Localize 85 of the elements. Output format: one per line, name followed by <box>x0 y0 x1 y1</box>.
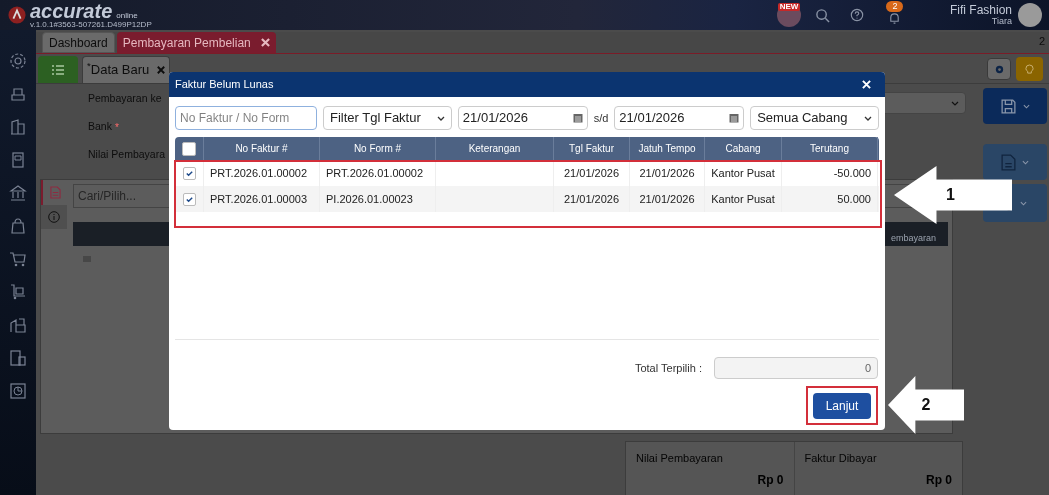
tab[interactable]: Pembayaran Pembelian <box>116 32 276 53</box>
highlight-frame <box>806 386 878 425</box>
summary-label: Faktur Dibayar <box>804 451 878 466</box>
logo-icon <box>8 6 26 24</box>
register-icon[interactable] <box>9 85 27 103</box>
field-label: Bank <box>88 119 112 135</box>
building-icon[interactable] <box>9 118 27 136</box>
gear-icon[interactable] <box>9 52 27 70</box>
column-header: Keterangan <box>436 137 554 160</box>
trolley-icon[interactable] <box>9 283 27 301</box>
bag-icon[interactable] <box>9 217 27 235</box>
info-icon <box>48 211 60 223</box>
table-cell: Kantor Pusat <box>705 186 782 212</box>
table-cell: 21/01/2026 <box>630 186 705 212</box>
column-header: No Faktur # <box>204 137 320 160</box>
chart-icon[interactable] <box>9 382 27 400</box>
summary-value: Rp 0 <box>926 471 952 489</box>
search-icon[interactable] <box>814 7 830 23</box>
new-label: NEW <box>777 3 801 11</box>
avatar-icon[interactable] <box>1018 3 1042 27</box>
lightbulb-icon <box>1025 63 1034 75</box>
range-label: s/d <box>593 110 609 126</box>
chevron-down-icon <box>951 100 959 106</box>
logo-subtitle: online <box>116 11 138 20</box>
search-field[interactable]: No Faktur / No Form <box>175 106 317 130</box>
document-icon <box>49 186 61 199</box>
help-icon[interactable] <box>849 8 864 22</box>
calendar-icon <box>729 113 740 123</box>
checkmark-icon <box>184 194 194 204</box>
settings-button[interactable] <box>987 58 1011 80</box>
save-button[interactable] <box>983 88 1047 124</box>
document-icon <box>1001 153 1016 171</box>
total-field: 0 <box>714 357 878 379</box>
date-field[interactable]: 21/01/2026 <box>457 106 588 130</box>
table-cell: PI.2026.01.00023 <box>320 186 436 212</box>
column-header: No Form # <box>320 137 436 160</box>
callout-number: 2 <box>921 395 931 415</box>
summary-label: Nilai Pembayaran <box>636 451 724 466</box>
chevron-down-icon <box>436 115 445 121</box>
company-name: Fifi Fashion <box>949 4 1012 16</box>
bank-icon[interactable] <box>9 184 27 202</box>
table-cell: 21/01/2026 <box>554 186 630 212</box>
summary-value: Rp 0 <box>757 471 784 489</box>
list-icon <box>51 63 65 76</box>
callout-number: 1 <box>945 185 955 205</box>
column-header: Jatuh Tempo <box>630 137 705 160</box>
chevron-down-icon <box>1022 159 1029 165</box>
chevron-down-icon <box>1023 103 1030 109</box>
table-cell: PRT.2026.01.00003 <box>204 186 320 212</box>
settings-icon <box>993 63 1005 75</box>
save-icon <box>1000 97 1017 115</box>
notification-count: 2 <box>886 1 904 12</box>
chevron-down-icon <box>864 115 872 121</box>
date-filter-dropdown[interactable]: Filter Tgl Faktur <box>323 106 452 130</box>
checkbox[interactable] <box>182 141 196 156</box>
cart-icon[interactable] <box>9 250 27 268</box>
table-cell: 50.000 <box>782 186 878 212</box>
total-label: Total Terpilih : <box>634 360 702 376</box>
checkbox[interactable] <box>182 192 196 206</box>
tab[interactable]: Dashboard <box>42 32 115 53</box>
required-mark: * <box>114 120 119 135</box>
branch-dropdown[interactable]: Semua Cabang <box>750 106 879 130</box>
user-name: Tiara <box>991 17 1012 26</box>
checkmark-icon <box>184 168 194 178</box>
version-text: v.1.0.1#3563-507261.D499P12DP <box>30 20 152 29</box>
field-label: Pembayaran ke <box>88 91 162 107</box>
bell-icon[interactable] <box>888 12 902 25</box>
warehouse-icon[interactable] <box>9 316 27 334</box>
calendar-icon <box>572 113 583 123</box>
list-button[interactable] <box>38 56 78 83</box>
column-header: Tgl Faktur <box>554 137 630 160</box>
column-header: embayaran <box>890 231 936 245</box>
logo-text: accurate <box>30 1 113 20</box>
chevron-down-icon <box>1019 200 1027 206</box>
date-field[interactable]: 21/01/2026 <box>614 106 745 130</box>
tab[interactable]: $^{*}$Data Baru <box>82 56 171 83</box>
checkbox[interactable] <box>182 166 196 180</box>
report-icon[interactable] <box>9 349 27 367</box>
column-header: Terutang <box>782 137 878 160</box>
field-label: Nilai Pembayara <box>88 147 166 163</box>
book-icon[interactable] <box>9 151 27 169</box>
continue-button[interactable]: Lanjut <box>813 393 871 419</box>
new-feature-button[interactable]: NEW <box>776 3 801 27</box>
dialog-title: Faktur Belum Lunas <box>175 77 275 93</box>
column-header: Cabang <box>705 137 782 160</box>
